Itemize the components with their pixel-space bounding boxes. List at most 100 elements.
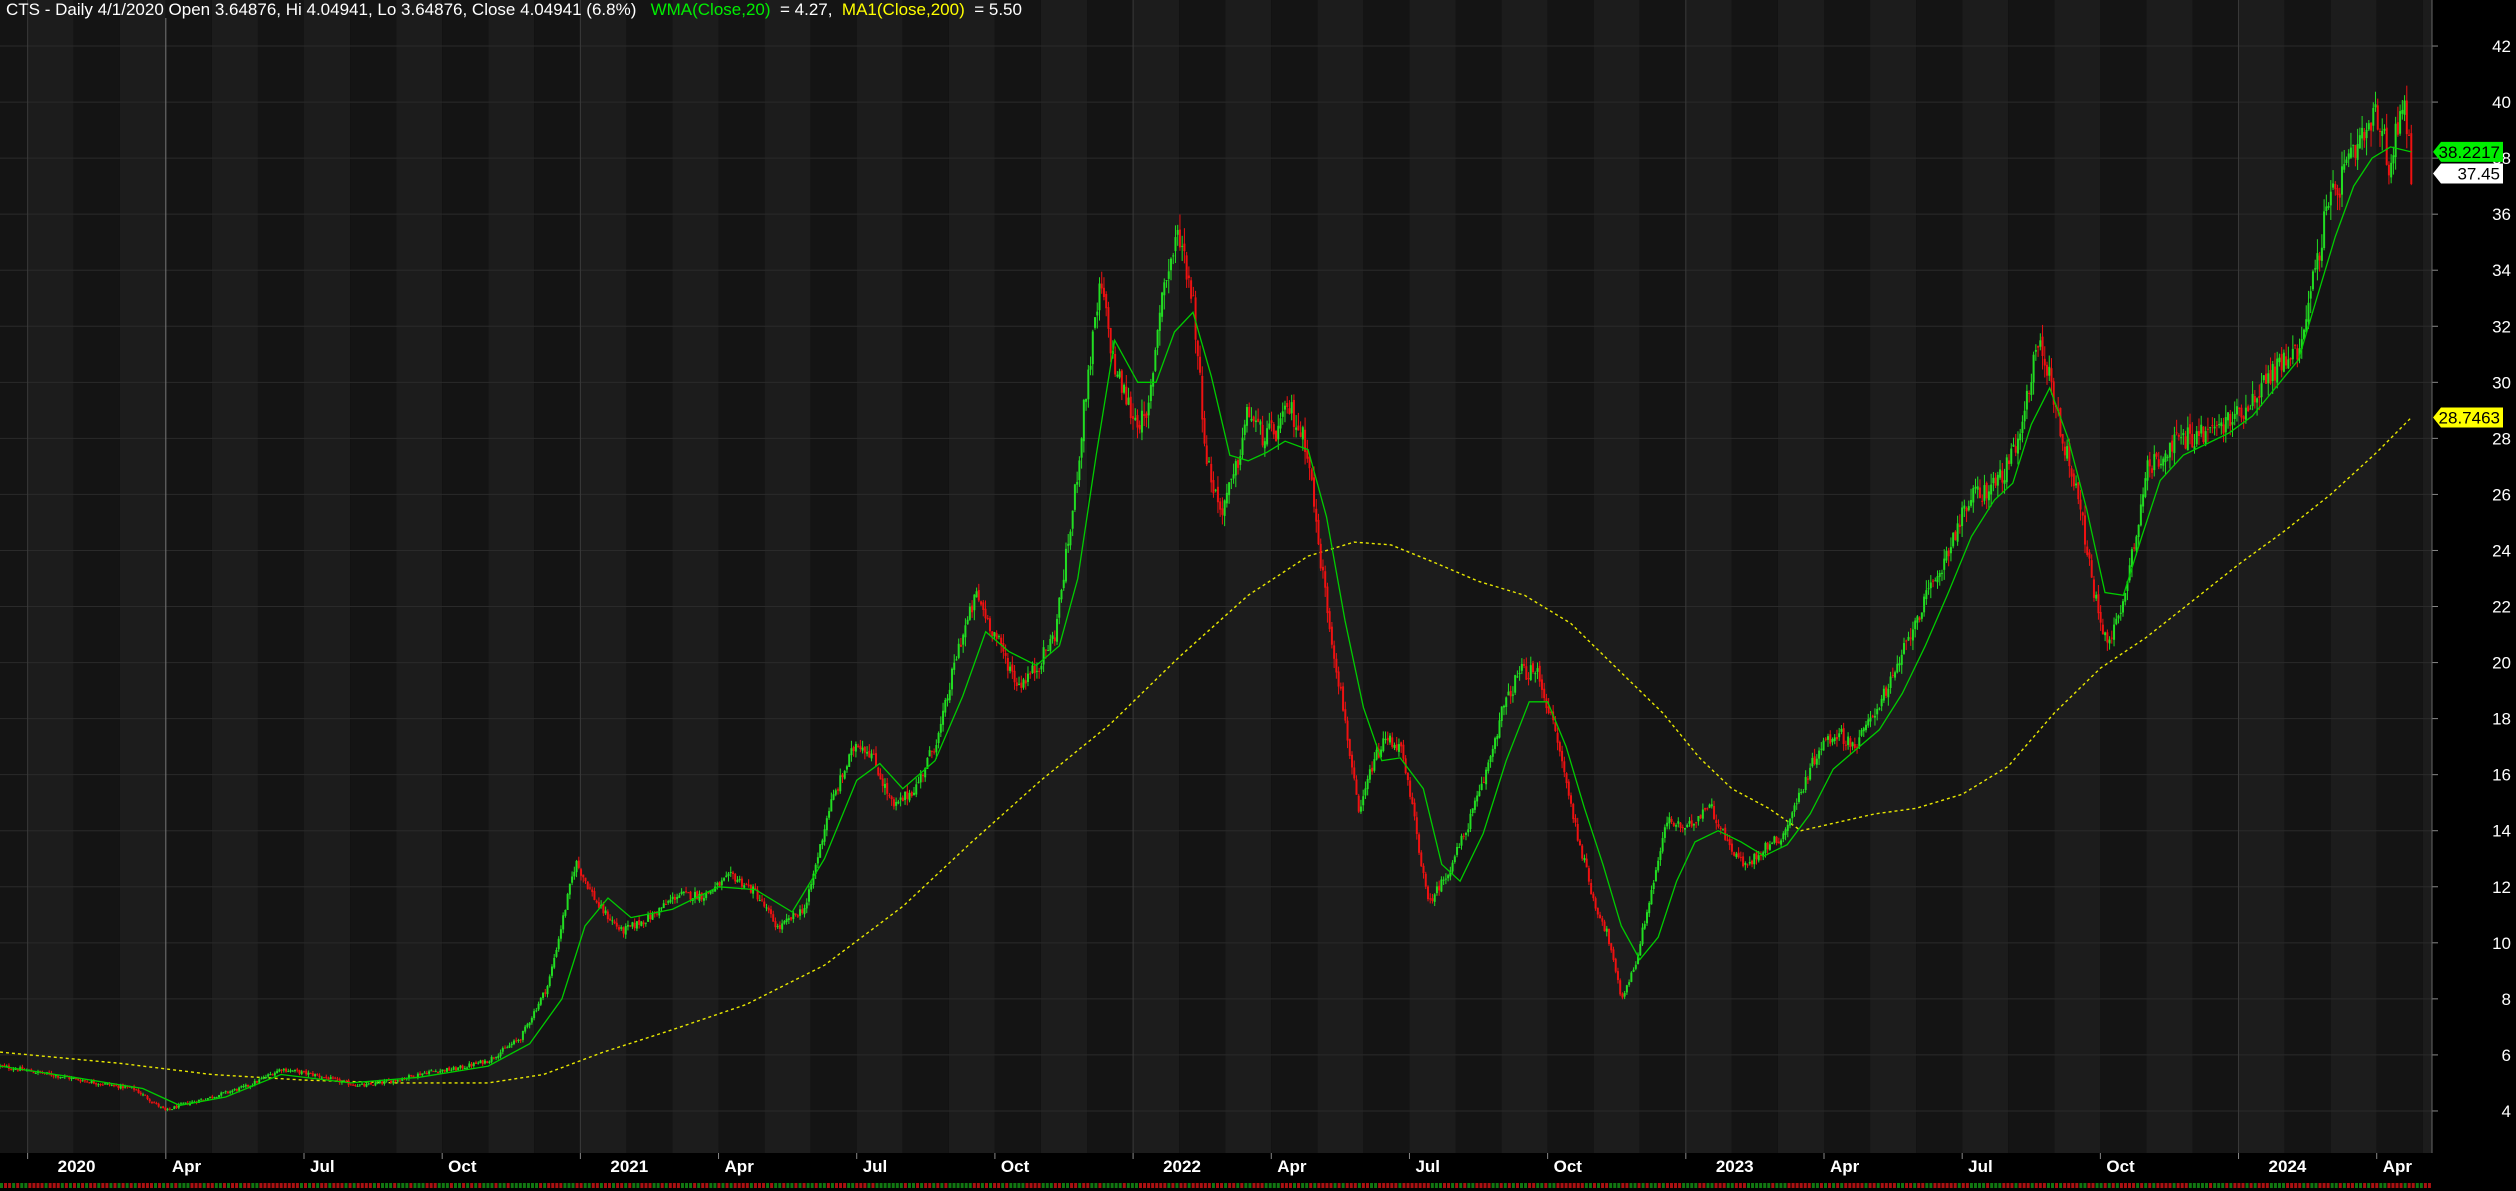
candle-body	[2184, 436, 2187, 449]
volume-tick	[794, 1183, 798, 1188]
volume-tick	[170, 1183, 174, 1188]
candle-body	[743, 885, 746, 888]
volume-tick	[1799, 1183, 1803, 1188]
candle-body	[410, 1075, 413, 1077]
candle-body	[1742, 856, 1745, 867]
volume-tick	[1147, 1183, 1151, 1188]
candle-body	[1453, 856, 1456, 863]
candle-body	[1578, 840, 1581, 846]
x-tick-label: Oct	[448, 1157, 477, 1176]
candle-body	[988, 618, 991, 632]
candle-body	[2213, 426, 2216, 429]
candle-body	[1572, 803, 1575, 820]
candle-body	[146, 1095, 149, 1100]
candle-body	[206, 1098, 209, 1100]
volume-tick	[32, 1183, 36, 1188]
volume-tick	[1061, 1183, 1065, 1188]
candle-body	[155, 1102, 158, 1104]
candle-body	[488, 1061, 491, 1063]
candle-body	[2081, 512, 2084, 516]
candle-body	[877, 767, 880, 776]
candle-body	[374, 1082, 377, 1086]
candle-body	[1851, 742, 1854, 747]
month-band	[2422, 0, 2432, 1153]
candle-body	[1764, 842, 1767, 853]
volume-tick	[52, 1183, 56, 1188]
candle-body	[1120, 370, 1123, 393]
volume-tick	[222, 1183, 226, 1188]
volume-tick	[2233, 1183, 2237, 1188]
candle-body	[2383, 128, 2386, 131]
volume-tick	[1086, 1183, 1090, 1188]
candle-body	[2084, 515, 2087, 545]
candle-body	[1152, 373, 1155, 387]
candle-body	[2323, 211, 2326, 249]
candle-body	[1737, 852, 1740, 858]
volume-tick	[1556, 1183, 1560, 1188]
candle-body	[1536, 668, 1539, 672]
volume-tick	[1418, 1183, 1422, 1188]
candle-body	[2148, 459, 2151, 467]
volume-tick	[883, 1183, 887, 1188]
month-band	[1179, 0, 1226, 1153]
volume-tick	[2359, 1183, 2363, 1188]
volume-tick	[2403, 1183, 2407, 1188]
candle-body	[180, 1103, 183, 1105]
volume-tick	[1442, 1183, 1446, 1188]
volume-tick	[1357, 1183, 1361, 1188]
volume-tick	[2046, 1183, 2050, 1188]
volume-tick	[1528, 1183, 1532, 1188]
volume-tick	[1803, 1183, 1807, 1188]
candle-body	[1603, 921, 1606, 932]
candle-body	[273, 1072, 276, 1076]
volume-tick	[1220, 1183, 1224, 1188]
candle-body	[437, 1071, 440, 1073]
candle-body	[738, 879, 741, 881]
candle-body	[1004, 652, 1007, 656]
volume-tick	[1195, 1183, 1199, 1188]
volume-tick	[1211, 1183, 1215, 1188]
candle-body	[1583, 857, 1586, 861]
candle-body	[1134, 417, 1137, 420]
volume-tick	[2006, 1183, 2010, 1188]
candle-body	[1844, 744, 1847, 746]
candle-body	[997, 636, 1000, 638]
candle-body	[1612, 949, 1615, 960]
volume-tick	[920, 1183, 924, 1188]
volume-tick	[875, 1183, 879, 1188]
volume-tick	[1775, 1183, 1779, 1188]
candle-body	[1082, 399, 1085, 442]
candle-body	[682, 892, 685, 894]
candle-body	[2209, 427, 2212, 429]
volume-tick	[2168, 1183, 2172, 1188]
candle-body	[1509, 690, 1512, 697]
candle-body	[928, 750, 931, 757]
candle-body	[2278, 357, 2281, 363]
candle-body	[314, 1074, 317, 1077]
volume-tick	[1260, 1183, 1264, 1188]
candle-body	[519, 1039, 522, 1041]
volume-tick	[2415, 1183, 2419, 1188]
volume-tick	[1053, 1183, 1057, 1188]
candle-body	[1932, 580, 1935, 582]
stock-chart[interactable]: 4681012141618202224262830323436384042 20…	[0, 0, 2516, 1191]
volume-tick	[295, 1183, 299, 1188]
candle-body	[1418, 834, 1421, 853]
candle-body	[1339, 686, 1342, 689]
candle-body	[1534, 673, 1537, 675]
volume-tick	[2253, 1183, 2257, 1188]
candle-body	[819, 844, 822, 858]
volume-tick	[1179, 1183, 1183, 1188]
volume-tick	[1965, 1183, 1969, 1188]
candle-body	[323, 1077, 326, 1079]
volume-tick	[2196, 1183, 2200, 1188]
month-band	[0, 0, 28, 1153]
candle-body	[2265, 373, 2268, 384]
candle-body	[832, 794, 835, 800]
candle-body	[318, 1075, 321, 1078]
volume-tick	[1118, 1183, 1122, 1188]
candle-body	[2104, 632, 2107, 636]
y-tick-label: 4	[2502, 1102, 2511, 1121]
volume-tick	[1957, 1183, 1961, 1188]
candle-body	[986, 618, 989, 620]
